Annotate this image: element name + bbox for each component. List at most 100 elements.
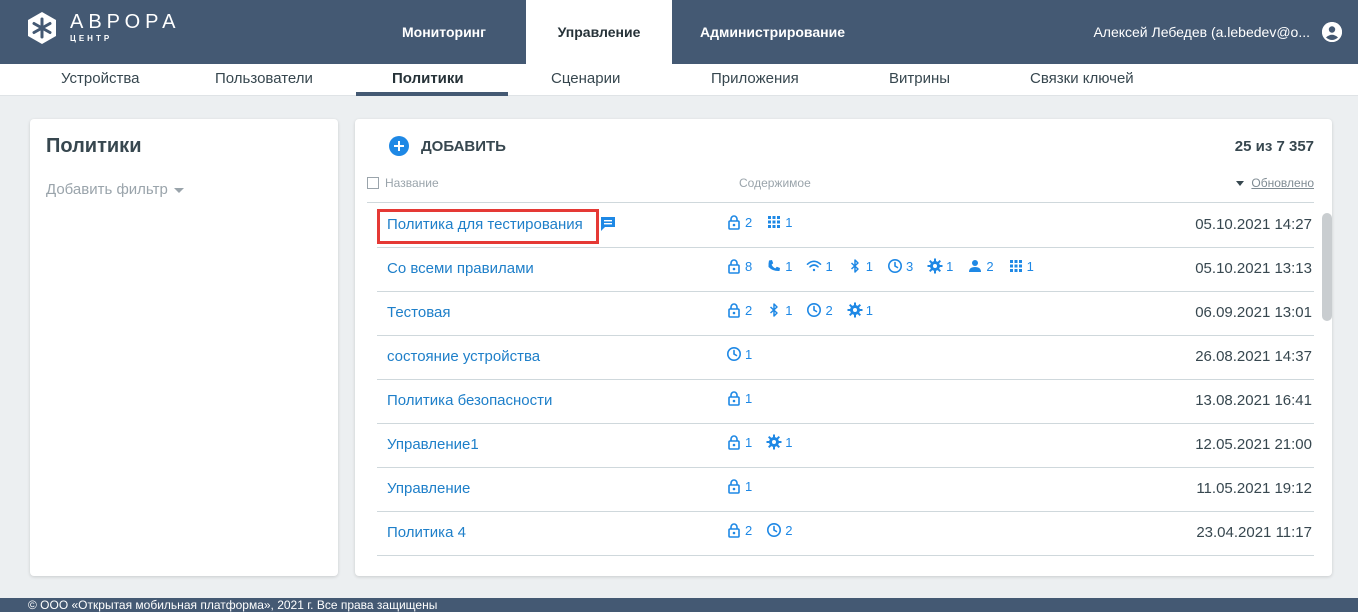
content-count: 1 [785, 302, 793, 318]
user-menu[interactable]: Алексей Лебедев (a.lebedev@o... [1093, 0, 1342, 64]
lock-icon [726, 522, 745, 538]
table-header: Название Содержимое Обновлено [367, 175, 1314, 203]
table-row[interactable]: Управление1 1 1 12.05.2021 21:00 [377, 424, 1314, 468]
content-count: 2 [986, 258, 994, 274]
policy-content-summary: 2 1 2 1 [726, 302, 887, 318]
table-row[interactable]: Тестовая 2 1 2 1 06.09.2021 13:01 [377, 292, 1314, 336]
content-item: 1 [1008, 258, 1034, 274]
table-row[interactable]: Со всеми правилами 8 1 1 1 3 1 2 1 05.10.2021 13:… [377, 248, 1314, 292]
policy-name-link[interactable]: Со всеми правилами [387, 260, 534, 277]
footer: © ООО «Открытая мобильная платформа», 20… [0, 598, 1358, 612]
content-count: 1 [825, 258, 833, 274]
sub-tabs: Устройства Пользователи Политики Сценари… [0, 64, 1358, 96]
table-row[interactable]: Управление 1 11.05.2021 19:12 [377, 468, 1314, 512]
lock-icon [726, 258, 745, 274]
select-all-checkbox[interactable] [367, 177, 379, 189]
content-item: 1 [766, 434, 792, 450]
wifi-icon [806, 258, 825, 274]
content-count: 2 [745, 302, 753, 318]
content-item: 2 [726, 214, 752, 230]
results-count: 25 из 7 357 [1234, 138, 1314, 155]
subtab-users[interactable]: Пользователи [215, 64, 313, 96]
content-count: 1 [785, 434, 793, 450]
content-item: 1 [726, 478, 752, 494]
content-item: 8 [726, 258, 752, 274]
content-count: 1 [946, 258, 954, 274]
table-row[interactable]: Политика для тестирования 2 1 05.10.2021 14… [377, 204, 1314, 248]
active-tab-indicator [356, 92, 508, 96]
tab-administration[interactable]: Администрирование [672, 0, 872, 64]
clock-icon [766, 522, 785, 538]
clock-icon [806, 302, 825, 318]
user-name: Алексей Лебедев (a.lebedev@o... [1093, 24, 1310, 40]
content-item: 1 [806, 258, 833, 274]
subtab-applications[interactable]: Приложения [711, 64, 799, 96]
aurora-logo[interactable]: АВРОРА ЦЕНТР [26, 12, 180, 44]
policy-content-summary: 1 [726, 478, 766, 494]
table-row[interactable]: Политика 4 2 2 23.04.2021 11:17 [377, 512, 1314, 556]
content-count: 1 [865, 258, 873, 274]
content-count: 8 [745, 258, 753, 274]
updated-date: 05.10.2021 14:27 [1195, 216, 1312, 233]
column-updated-sort[interactable]: Обновлено [1236, 176, 1314, 190]
content-count: 2 [745, 214, 753, 230]
column-content-header: Содержимое [739, 176, 811, 190]
account-icon [1322, 22, 1342, 42]
content-item: 3 [887, 258, 913, 274]
lock-icon [726, 214, 745, 230]
updated-date: 26.08.2021 14:37 [1195, 348, 1312, 365]
scrollbar-thumb[interactable] [1322, 213, 1332, 321]
lock-icon [726, 302, 745, 318]
content-count: 1 [745, 434, 753, 450]
tab-management[interactable]: Управление [526, 0, 672, 64]
subtab-storefronts[interactable]: Витрины [889, 64, 950, 96]
main-tabs: Мониторинг Управление Администрирование [362, 0, 872, 64]
top-navbar: АВРОРА ЦЕНТР Мониторинг Управление Админ… [0, 0, 1358, 64]
policy-name-link[interactable]: Управление [387, 480, 470, 497]
column-updated-label: Обновлено [1251, 176, 1314, 190]
column-name-header: Название [385, 176, 439, 190]
policy-content-summary: 11 [726, 434, 806, 450]
policy-content-summary: 21 [726, 214, 806, 230]
add-filter-dropdown[interactable]: Добавить фильтр [46, 181, 184, 198]
content-count: 1 [745, 346, 753, 362]
apps-grid-icon [1008, 258, 1027, 274]
content-count: 2 [785, 522, 793, 538]
table-row[interactable]: состояние устройства 1 26.08.2021 14:37 [377, 336, 1314, 380]
content-item: 1 [927, 258, 953, 274]
subtab-keychains[interactable]: Связки ключей [1030, 64, 1134, 96]
policy-name-link[interactable]: состояние устройства [387, 348, 540, 365]
content-item: 1 [726, 390, 752, 406]
content-count: 3 [905, 258, 914, 274]
policy-name-link[interactable]: Политика 4 [387, 524, 466, 541]
policy-content-summary: 22 [726, 522, 806, 538]
policy-name-link[interactable]: Политика безопасности [387, 392, 552, 409]
policy-name-link[interactable]: Тестовая [387, 304, 450, 321]
comment-icon[interactable] [599, 215, 617, 233]
subtab-scenarios[interactable]: Сценарии [551, 64, 620, 96]
content-count: 1 [785, 214, 793, 230]
updated-date: 06.09.2021 13:01 [1195, 304, 1312, 321]
content-item: 1 [726, 434, 752, 450]
add-label: ДОБАВИТЬ [421, 137, 506, 155]
gear-icon [847, 302, 866, 318]
gear-icon [927, 258, 946, 274]
content-item: 2 [726, 302, 752, 318]
tab-monitoring[interactable]: Мониторинг [362, 0, 526, 64]
bluetooth-icon [766, 302, 785, 318]
policy-content-summary: 1 [726, 346, 766, 362]
content-item: 1 [766, 258, 792, 274]
add-policy-button[interactable]: ДОБАВИТЬ [389, 136, 506, 156]
updated-date: 12.05.2021 21:00 [1195, 436, 1312, 453]
apps-grid-icon [766, 214, 785, 230]
brand-subtitle: ЦЕНТР [70, 34, 113, 43]
policy-name-link[interactable]: Управление1 [387, 436, 479, 453]
subtab-devices[interactable]: Устройства [61, 64, 139, 96]
lock-icon [726, 390, 745, 406]
add-filter-label: Добавить фильтр [46, 181, 168, 198]
content-item: 2 [766, 522, 792, 538]
policy-name-link[interactable]: Политика для тестирования [387, 216, 583, 233]
table-row[interactable]: Политика безопасности 1 13.08.2021 16:41 [377, 380, 1314, 424]
copyright-text: © ООО «Открытая мобильная платформа», 20… [28, 598, 438, 612]
content-item: 1 [726, 346, 752, 362]
